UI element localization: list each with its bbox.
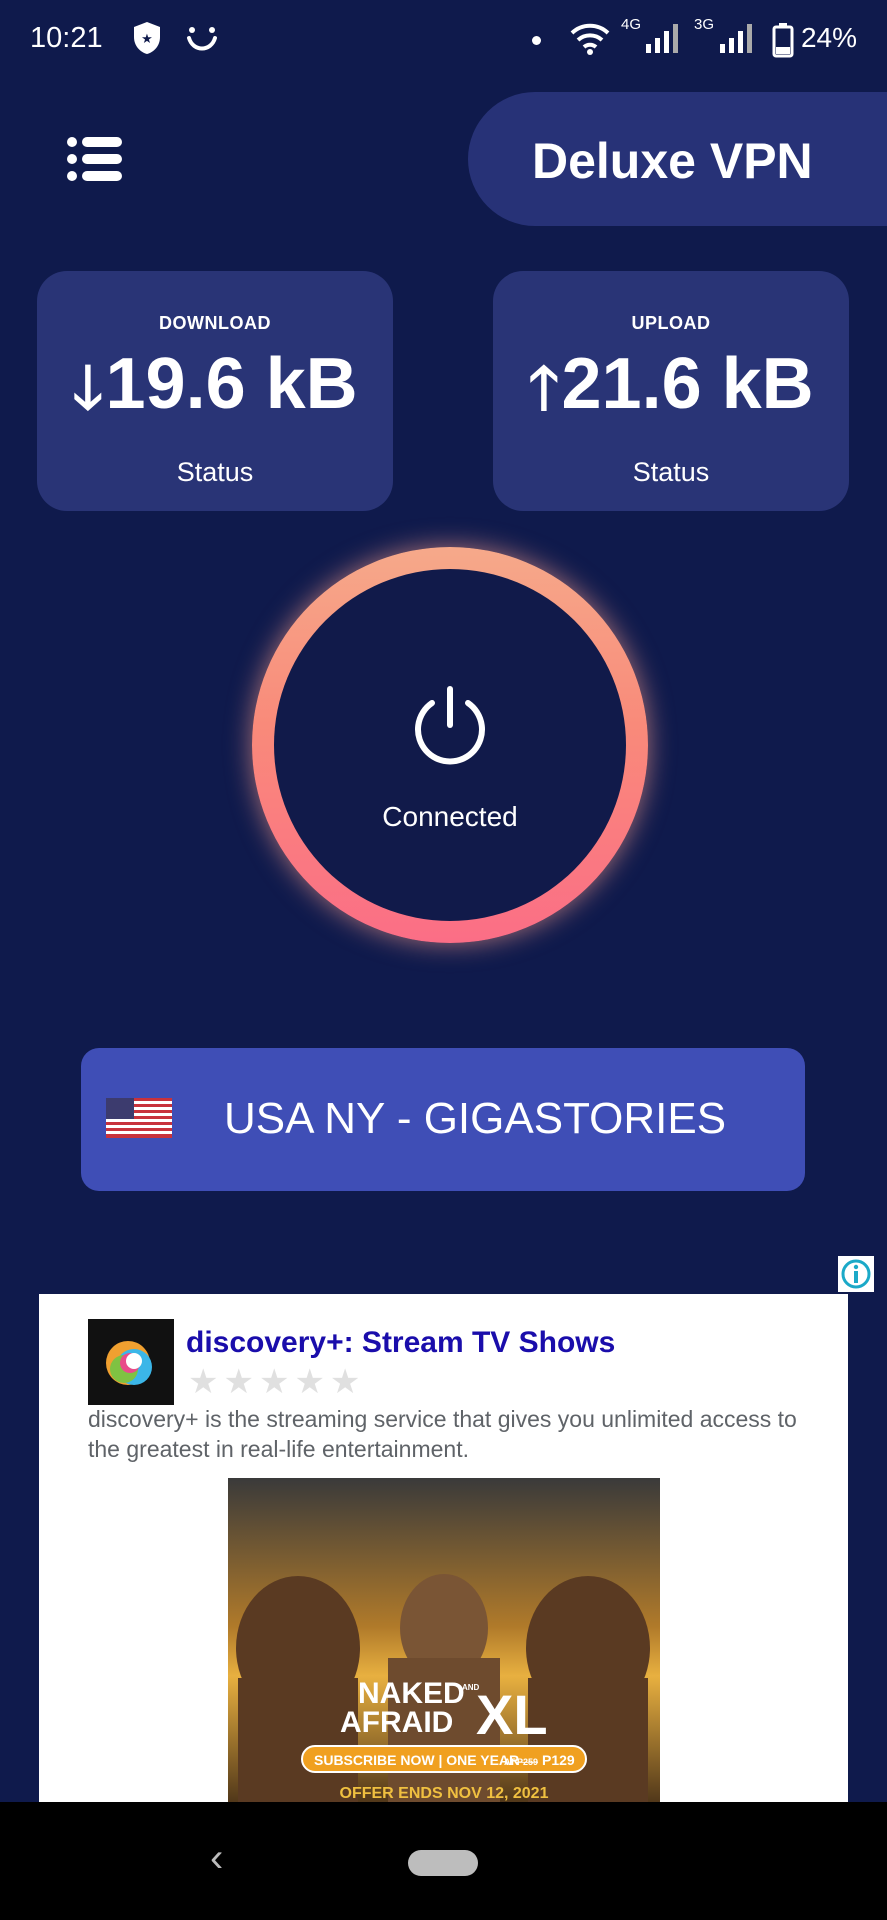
signal-icon <box>646 24 678 53</box>
ad-rating-stars: ★★★★★ <box>188 1363 366 1401</box>
upload-status: Status <box>632 457 710 487</box>
connection-status: Connected <box>382 801 518 832</box>
notification-dot-icon <box>532 36 541 45</box>
upload-value: 21.6 kB <box>561 344 814 424</box>
discovery-logo <box>88 1319 174 1405</box>
upload-card: UPLOAD 🡑21.6 kB Status <box>493 271 849 511</box>
menu-button[interactable] <box>66 134 126 184</box>
status-time: 10:21 <box>30 22 103 54</box>
ad-title[interactable]: discovery+: Stream TV Shows <box>186 1326 615 1360</box>
wifi-icon <box>570 23 610 55</box>
server-label: USA NY - GIGASTORIES <box>224 1094 727 1143</box>
download-value-row: 🡓19.6 kB <box>37 343 393 446</box>
power-button-inner: Connected <box>274 569 626 921</box>
shield-icon: ★ <box>134 22 160 54</box>
app-title: Deluxe VPN <box>532 133 813 189</box>
navigation-bar: ‹ <box>0 1802 887 1920</box>
info-icon <box>841 1259 871 1289</box>
ad-description: discovery+ is the streaming service that… <box>88 1406 797 1462</box>
ad-card[interactable]: discovery+: Stream TV Shows ★★★★★ discov… <box>39 1294 848 1804</box>
ad-offer: OFFER ENDS NOV 12, 2021 <box>340 1785 549 1802</box>
download-status: Status <box>176 457 254 487</box>
network-3g-label: 3G <box>694 16 715 33</box>
ad-show-title-2: AFRAID <box>340 1706 453 1739</box>
ad-price: P129 <box>542 1752 575 1768</box>
upload-value-row: 🡑21.6 kB <box>493 343 849 446</box>
download-card: DOWNLOAD 🡓19.6 kB Status <box>37 271 393 511</box>
arrow-up-icon: 🡑 <box>528 354 560 421</box>
usa-flag-icon <box>106 1098 172 1138</box>
home-pill-button[interactable] <box>408 1850 478 1876</box>
download-label: DOWNLOAD <box>159 313 271 333</box>
back-chevron-icon[interactable]: ‹ <box>210 1836 223 1881</box>
download-value: 19.6 kB <box>105 344 358 424</box>
svg-text:★: ★ <box>141 31 153 46</box>
network-4g-label: 4G <box>621 16 642 33</box>
signal-icon-2 <box>720 24 752 53</box>
battery-percent: 24% <box>800 22 857 53</box>
ad-price-prefix: AT <box>504 1757 516 1767</box>
ad-subscribe: SUBSCRIBE NOW | ONE YEAR <box>314 1752 519 1768</box>
server-select-button[interactable]: USA NY - GIGASTORIES <box>81 1048 805 1191</box>
arrow-down-icon: 🡓 <box>72 354 104 421</box>
upload-label: UPLOAD <box>631 313 711 333</box>
ad-show-title-xl: XL <box>476 1683 548 1746</box>
ad-info-button[interactable] <box>838 1256 874 1292</box>
power-button[interactable]: Connected <box>252 547 648 943</box>
list-menu-icon <box>67 137 122 181</box>
battery-icon <box>772 23 794 58</box>
ad-price-strike: P259 <box>517 1757 538 1767</box>
app-title-pill: Deluxe VPN <box>468 92 887 226</box>
ad-image[interactable]: NAKED AND AFRAID XL SUBSCRIBE NOW | ONE … <box>228 1478 660 1804</box>
status-bar: 10:21 ★ 4G 3G 24% <box>0 0 887 80</box>
smile-icon <box>187 27 217 51</box>
power-icon <box>415 686 485 765</box>
